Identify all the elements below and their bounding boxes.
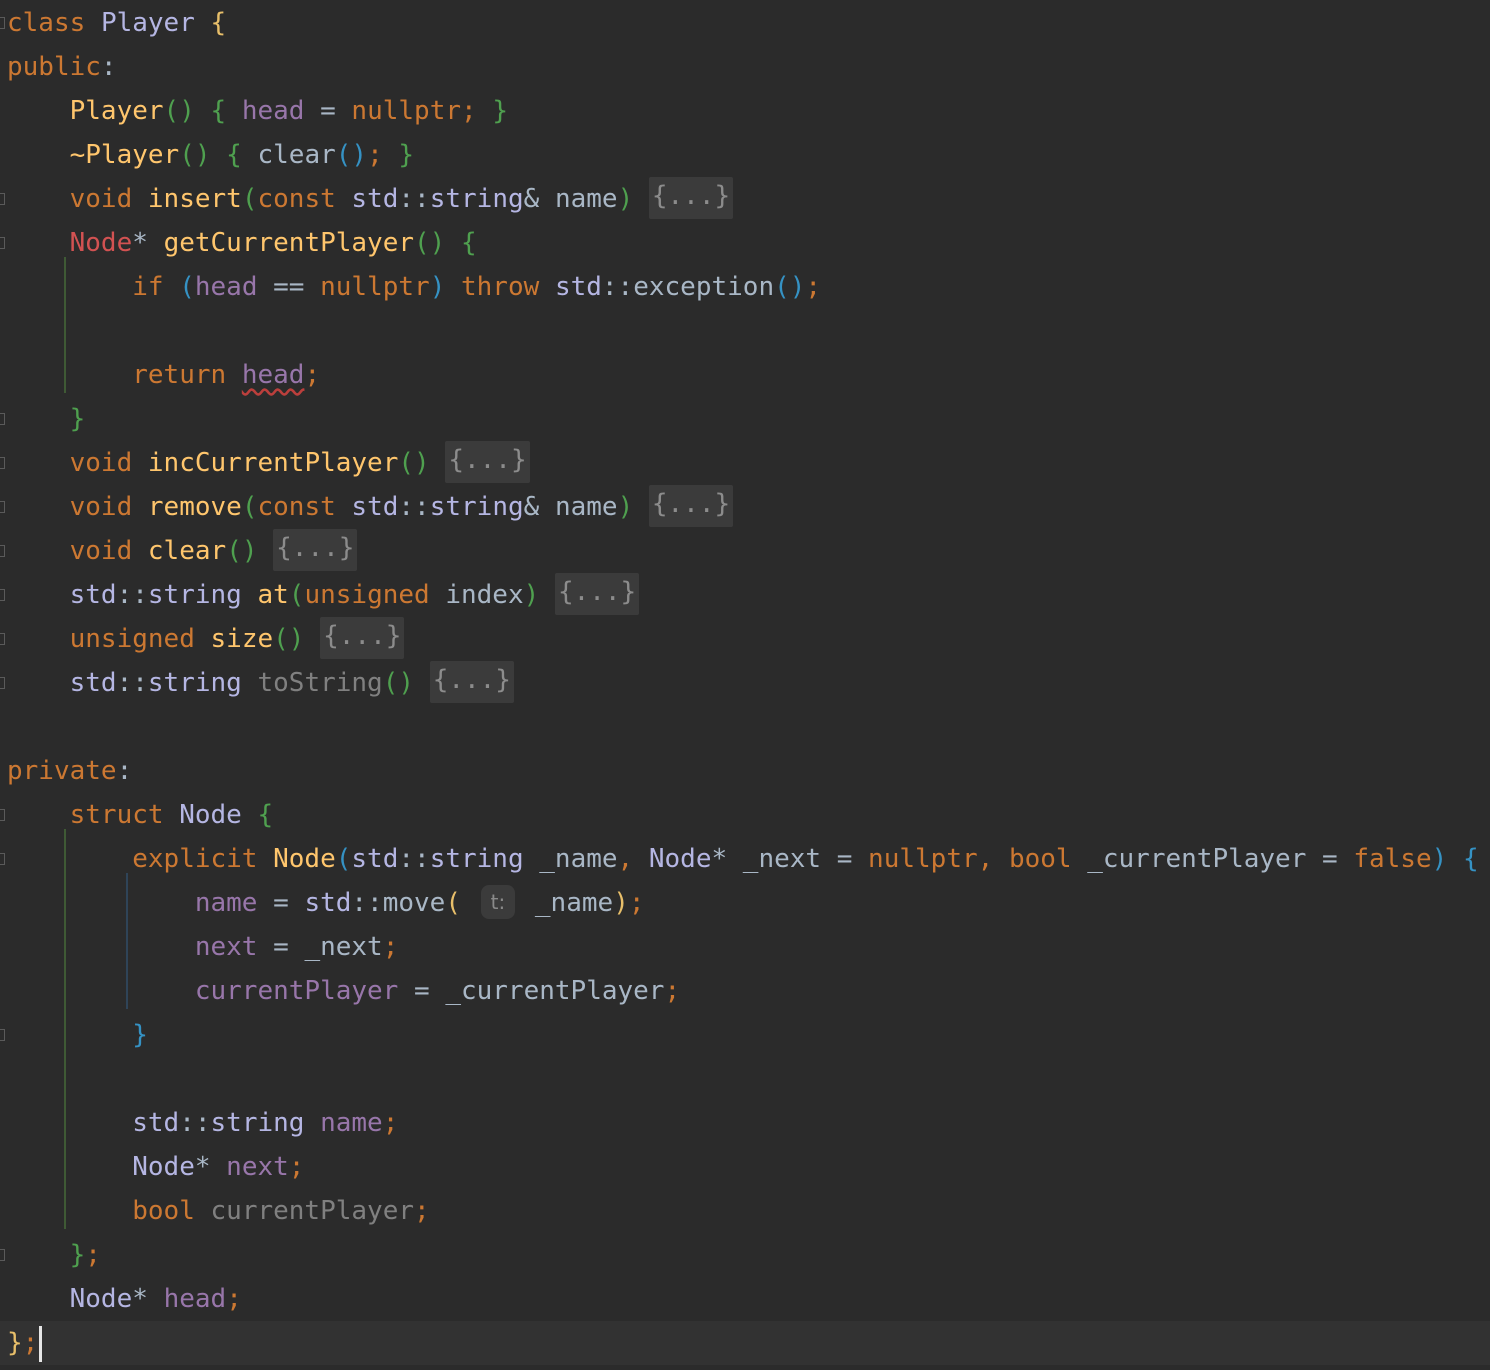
fold-marker-icon[interactable] — [0, 413, 5, 425]
fold-marker-icon[interactable] — [0, 1029, 5, 1041]
code-line[interactable]: }; — [0, 1321, 1490, 1365]
code-line[interactable]: std::string toString() {...} — [7, 661, 514, 705]
folded-code-block[interactable]: {...} — [273, 529, 358, 571]
code-line[interactable]: struct Node { — [7, 793, 274, 837]
fold-marker-icon[interactable] — [0, 633, 5, 645]
code-line[interactable]: Node* next; — [7, 1145, 304, 1189]
indent-guide — [64, 257, 66, 393]
folded-code-block[interactable]: {...} — [648, 485, 734, 527]
code-editor[interactable]: class Player {public: Player() { head = … — [0, 0, 1490, 1370]
text-cursor — [39, 1325, 43, 1362]
fold-marker-icon[interactable] — [0, 809, 5, 821]
folded-code-block[interactable]: {...} — [648, 177, 734, 219]
code-line[interactable]: Node* head; — [7, 1277, 242, 1321]
code-line[interactable]: void incCurrentPlayer() {...} — [7, 441, 530, 485]
folded-code-block[interactable]: {...} — [445, 441, 530, 483]
fold-marker-icon[interactable] — [0, 457, 5, 469]
code-line[interactable]: void clear() {...} — [7, 529, 358, 573]
parameter-inlay-hint: t: — [480, 885, 516, 919]
code-line[interactable]: public: — [7, 45, 117, 89]
code-line[interactable]: } — [7, 397, 86, 441]
code-line[interactable]: private: — [7, 749, 132, 793]
code-line[interactable]: return head; — [7, 353, 320, 397]
code-line[interactable]: std::string at(unsigned index) {...} — [7, 573, 640, 617]
fold-marker-icon[interactable] — [0, 17, 5, 29]
code-line[interactable]: class Player { — [7, 1, 226, 45]
code-line[interactable]: name = std::move( t: _name); — [7, 881, 645, 925]
folded-code-block[interactable]: {...} — [429, 661, 514, 703]
code-line[interactable]: }; — [7, 1233, 101, 1277]
code-line[interactable]: Node* getCurrentPlayer() { — [7, 221, 477, 265]
code-line[interactable]: currentPlayer = _currentPlayer; — [7, 969, 680, 1013]
fold-marker-icon[interactable] — [0, 545, 5, 557]
fold-marker-icon[interactable] — [0, 853, 5, 865]
indent-guide — [64, 829, 66, 1229]
code-line[interactable]: Player() { head = nullptr; } — [7, 89, 508, 133]
folded-code-block[interactable]: {...} — [320, 617, 405, 659]
code-line[interactable]: void insert(const std::string& name) {..… — [7, 177, 734, 221]
code-line[interactable]: if (head == nullptr) throw std::exceptio… — [7, 265, 821, 309]
folded-code-block[interactable]: {...} — [554, 573, 640, 615]
fold-marker-icon[interactable] — [0, 501, 5, 513]
fold-marker-icon[interactable] — [0, 1249, 5, 1261]
fold-marker-icon[interactable] — [0, 237, 5, 249]
code-line[interactable]: bool currentPlayer; — [7, 1189, 429, 1233]
code-line[interactable]: } — [7, 1013, 148, 1057]
fold-marker-icon[interactable] — [0, 193, 5, 205]
code-line[interactable]: void remove(const std::string& name) {..… — [7, 485, 734, 529]
code-line[interactable]: unsigned size() {...} — [7, 617, 405, 661]
indent-guide — [126, 873, 128, 1009]
fold-marker-icon[interactable] — [0, 589, 5, 601]
fold-marker-icon[interactable] — [0, 677, 5, 689]
code-line[interactable]: ~Player() { clear(); } — [7, 133, 414, 177]
code-line[interactable]: explicit Node(std::string _name, Node* _… — [7, 837, 1478, 881]
